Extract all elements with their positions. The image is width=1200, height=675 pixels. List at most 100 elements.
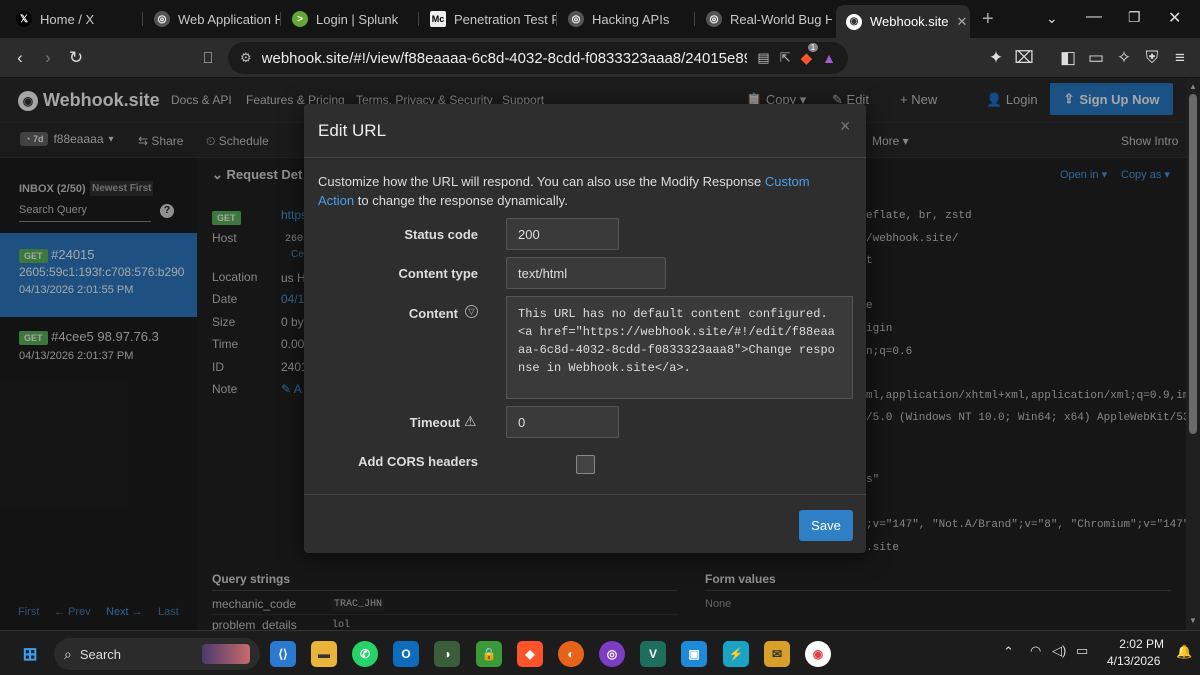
x-logo-icon: 𝕏: [16, 11, 32, 27]
globe-icon: ◎: [568, 11, 584, 27]
browser-tab-web-app[interactable]: ◎ Web Application H: [144, 5, 280, 33]
taskbar-search[interactable]: ⌕ Search: [54, 638, 260, 670]
search-highlight-image: [202, 644, 250, 664]
address-bar[interactable]: ⚙ webhook.site/#!/view/f88eaaaa-6c8d-403…: [228, 42, 848, 74]
tray-chevron-icon[interactable]: ⌃: [1003, 644, 1014, 660]
windows-start-icon[interactable]: ⊞: [17, 641, 43, 667]
battery-icon[interactable]: ▭: [1076, 643, 1088, 659]
reload-icon[interactable]: ↻: [64, 46, 88, 70]
tab-title: Home / X: [40, 11, 95, 27]
status-code-input[interactable]: 200: [506, 218, 619, 250]
browser-tab-hacking-apis[interactable]: ◎ Hacking APIs: [558, 5, 694, 33]
warning-icon: ⚠: [464, 413, 477, 429]
browser-tab-strip: 𝕏 Home / X ◎ Web Application H > Login |…: [0, 0, 1200, 38]
sidebar-icon[interactable]: ◧: [1056, 46, 1080, 70]
tab-title: Real-World Bug H: [730, 11, 832, 27]
minimize-icon[interactable]: —: [1086, 8, 1102, 26]
edit-url-modal: Edit URL × Customize how the URL will re…: [304, 104, 866, 553]
wallet-icon[interactable]: ▭: [1084, 46, 1108, 70]
close-icon[interactable]: ×: [840, 116, 851, 137]
page-scrollbar[interactable]: ▲ ▼: [1186, 78, 1200, 630]
extensions-icon[interactable]: ✦: [984, 46, 1008, 70]
modal-intro: Customize how the URL will respond. You …: [318, 172, 838, 210]
content-textarea[interactable]: This URL has no default content configur…: [506, 296, 853, 399]
back-icon[interactable]: ‹: [8, 46, 32, 70]
timeout-label: Timeout: [409, 415, 460, 430]
file-explorer-icon[interactable]: ▬: [311, 641, 337, 667]
search-label: Search: [79, 646, 122, 662]
close-tab-icon[interactable]: ✕: [957, 14, 968, 30]
content-label: Content: [408, 306, 458, 321]
browser-tab-bug-hunting[interactable]: ◎ Real-World Bug H: [696, 5, 832, 33]
screenshot-icon[interactable]: ⌧: [1012, 46, 1036, 70]
cors-checkbox[interactable]: [576, 455, 595, 474]
browser-tab-x[interactable]: 𝕏 Home / X: [6, 5, 142, 33]
modal-header: Edit URL ×: [304, 104, 866, 158]
app-squares-icon[interactable]: ▣: [681, 641, 707, 667]
reader-mode-icon[interactable]: ▤: [757, 50, 769, 66]
url-text[interactable]: webhook.site/#!/view/f88eaaaa-6c8d-4032-…: [262, 50, 748, 67]
cors-label: Add CORS headers: [358, 454, 478, 469]
tab-title: Login | Splunk: [316, 11, 399, 27]
outlook-icon[interactable]: O: [393, 641, 419, 667]
visual-studio-icon[interactable]: V: [640, 641, 666, 667]
intro-text-end: to change the response dynamically.: [354, 193, 568, 208]
search-icon: ⌕: [64, 645, 72, 662]
modal-footer-divider: [304, 494, 866, 495]
tab-title: Penetration Test R: [454, 11, 556, 27]
site-settings-icon[interactable]: ⚙: [240, 50, 252, 66]
globe-icon: ◎: [154, 11, 170, 27]
bookmark-icon[interactable]: ⎕: [196, 46, 220, 70]
content-type-label: Content type: [398, 266, 478, 281]
vscode-icon[interactable]: ⟨⟩: [270, 641, 296, 667]
new-tab-icon[interactable]: +: [982, 8, 994, 31]
modal-title: Edit URL: [318, 121, 387, 140]
status-code-label: Status code: [404, 227, 478, 242]
intro-text: Customize how the URL will respond. You …: [318, 174, 765, 189]
browser-tab-splunk[interactable]: > Login | Splunk: [282, 5, 418, 33]
share-page-icon[interactable]: ⇱: [780, 50, 791, 66]
tab-list-chevron-icon[interactable]: ⌄: [1046, 10, 1058, 27]
wifi-icon[interactable]: ◠: [1030, 643, 1041, 659]
webhook-icon: ◉: [846, 13, 862, 30]
restore-icon[interactable]: ❐: [1128, 9, 1141, 26]
tab-title: Hacking APIs: [592, 11, 670, 27]
lock-app-icon[interactable]: 🔒: [476, 641, 502, 667]
close-window-icon[interactable]: ✕: [1168, 8, 1181, 28]
chrome-icon[interactable]: ◉: [805, 641, 831, 667]
globe-icon: ◎: [706, 11, 722, 27]
volume-icon[interactable]: ◁): [1052, 643, 1066, 659]
tor-icon[interactable]: ◎: [599, 641, 625, 667]
content-type-input[interactable]: text/html: [506, 257, 666, 289]
app-icon[interactable]: ◑: [434, 641, 460, 667]
leo-ai-icon[interactable]: ✧: [1112, 46, 1136, 70]
tab-title: Webhook.site: [870, 14, 949, 29]
brave-shields-icon[interactable]: ◆ 1: [801, 43, 819, 67]
azure-app-icon[interactable]: ⚡: [723, 641, 749, 667]
browser-toolbar: ‹ › ↻ ⎕ ⚙ webhook.site/#!/view/f88eaaaa-…: [0, 38, 1200, 78]
scrollbar-thumb[interactable]: [1189, 94, 1197, 434]
browser-tab-webhook[interactable]: ◉ Webhook.site ✕: [836, 5, 970, 38]
brave-icon[interactable]: ◆: [517, 641, 543, 667]
timeout-input[interactable]: 0: [506, 406, 619, 438]
clock-date[interactable]: 4/13/2026: [1107, 654, 1160, 668]
scroll-down-icon[interactable]: ▼: [1189, 616, 1197, 625]
windows-taskbar: ⊞ ⌕ Search ⟨⟩ ▬ ✆ O ◑ 🔒 ◆ ◐ ◎ V ▣ ⚡ ✉ ◉ …: [0, 630, 1200, 675]
clock-time[interactable]: 2:02 PM: [1116, 637, 1164, 651]
shield-count-badge: 1: [807, 43, 819, 52]
save-button[interactable]: Save: [799, 510, 853, 541]
splunk-icon: >: [292, 11, 308, 27]
vpn-icon[interactable]: ⛨: [1140, 46, 1164, 70]
browser-tab-pentest[interactable]: Mc Penetration Test R: [420, 5, 556, 33]
scroll-up-icon[interactable]: ▲: [1189, 82, 1197, 91]
mc-icon: Mc: [430, 11, 446, 27]
menu-icon[interactable]: ≡: [1168, 46, 1192, 70]
whatsapp-icon[interactable]: ✆: [352, 641, 378, 667]
brave-rewards-icon[interactable]: ▲: [822, 50, 836, 66]
expand-chevron-icon[interactable]: ▽: [465, 305, 478, 318]
notification-bell-icon[interactable]: 🔔: [1176, 644, 1192, 660]
firefox-icon[interactable]: ◐: [558, 641, 584, 667]
forward-icon[interactable]: ›: [36, 46, 60, 70]
tab-title: Web Application H: [178, 11, 280, 27]
burp-icon[interactable]: ✉: [764, 641, 790, 667]
